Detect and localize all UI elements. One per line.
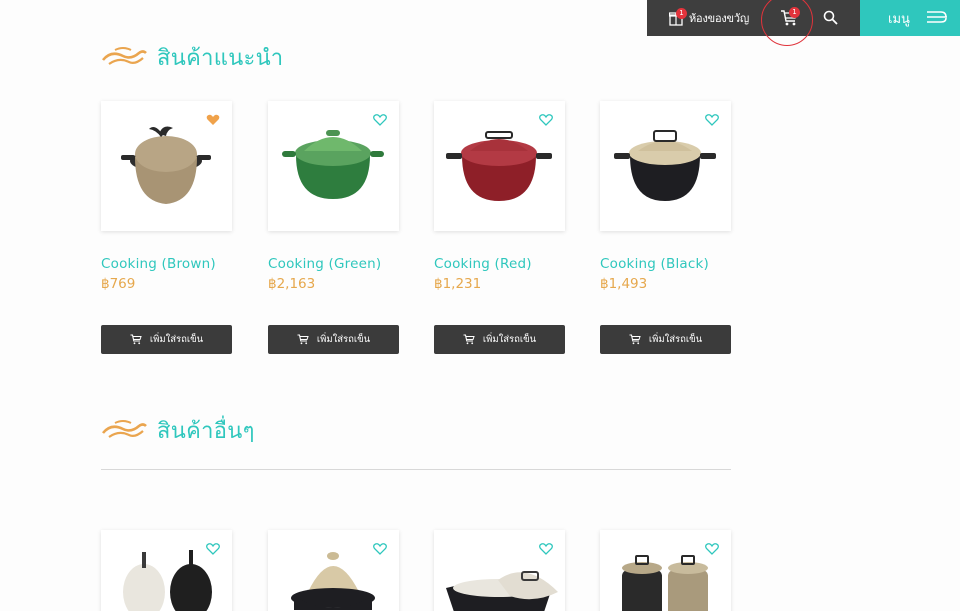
favorite-heart-icon[interactable] xyxy=(705,111,719,130)
menu-label: เมนู xyxy=(888,11,910,27)
product-price: ฿769 xyxy=(101,276,136,292)
add-to-cart-label: เพิ่มใส่รถเข็น xyxy=(149,334,204,345)
gift-badge: 1 xyxy=(676,8,687,19)
add-to-cart-label: เพิ่มใส่รถเข็น xyxy=(482,334,537,345)
product-image[interactable] xyxy=(600,530,731,611)
product-name[interactable]: Cooking (Black) xyxy=(600,256,731,272)
gift-room-link[interactable]: 1 ห้องของขวัญ xyxy=(668,8,749,27)
product-card[interactable] xyxy=(600,530,731,611)
recommended-section-title: สินค้าแนะนำ xyxy=(157,46,284,71)
product-name[interactable]: Cooking (Brown) xyxy=(101,256,232,272)
favorite-heart-icon[interactable] xyxy=(373,111,387,130)
favorite-heart-icon[interactable] xyxy=(206,111,220,130)
product-card[interactable]: Cooking (Red) ฿1,231 เพิ่มใส่รถเข็น xyxy=(434,101,565,354)
others-section-title: สินค้าอื่นๆ xyxy=(157,419,255,444)
add-to-cart-button[interactable]: เพิ่มใส่รถเข็น xyxy=(600,325,731,354)
product-image[interactable] xyxy=(268,101,399,231)
section-divider xyxy=(101,469,731,470)
product-card[interactable]: Cooking (Green) ฿2,163 เพิ่มใส่รถเข็น xyxy=(268,101,399,354)
product-price: ฿1,493 xyxy=(600,276,648,292)
cart-icon xyxy=(297,334,309,345)
add-to-cart-button[interactable]: เพิ่มใส่รถเข็น xyxy=(434,325,565,354)
favorite-heart-icon[interactable] xyxy=(705,540,719,559)
top-bar: 1 ห้องของขวัญ 1 เมนู xyxy=(647,0,960,46)
product-price: ฿2,163 xyxy=(268,276,316,292)
favorite-heart-icon[interactable] xyxy=(206,540,220,559)
logo-icon xyxy=(101,417,147,445)
recommended-section-header: สินค้าแนะนำ xyxy=(101,40,283,75)
cart-icon: 1 xyxy=(780,7,800,27)
gift-icon: 1 xyxy=(668,8,687,26)
add-to-cart-button[interactable]: เพิ่มใส่รถเข็น xyxy=(268,325,399,354)
product-card[interactable]: Cooking (Brown) ฿769 เพิ่มใส่รถเข็น xyxy=(101,101,232,354)
gift-room-label: ห้องของขวัญ xyxy=(689,12,749,25)
product-card[interactable]: Cooking (Black) ฿1,493 เพิ่มใส่รถเข็น xyxy=(600,101,731,354)
search-icon[interactable] xyxy=(823,10,838,29)
cart-icon xyxy=(130,334,142,345)
cart-button[interactable]: 1 xyxy=(761,0,814,46)
cart-badge: 1 xyxy=(789,7,800,18)
product-image[interactable] xyxy=(434,530,565,611)
favorite-heart-icon[interactable] xyxy=(539,111,553,130)
add-to-cart-button[interactable]: เพิ่มใส่รถเข็น xyxy=(101,325,232,354)
cart-icon xyxy=(629,334,641,345)
add-to-cart-label: เพิ่มใส่รถเข็น xyxy=(648,334,703,345)
cart-icon xyxy=(463,334,475,345)
menu-button[interactable]: เมนู xyxy=(860,0,960,36)
product-name[interactable]: Cooking (Green) xyxy=(268,256,399,272)
favorite-heart-icon[interactable] xyxy=(539,540,553,559)
product-name[interactable]: Cooking (Red) xyxy=(434,256,565,272)
others-section-header: สินค้าอื่นๆ xyxy=(101,413,255,448)
product-image[interactable] xyxy=(434,101,565,231)
favorite-heart-icon[interactable] xyxy=(373,540,387,559)
product-card[interactable] xyxy=(101,530,232,611)
product-card[interactable] xyxy=(268,530,399,611)
product-image[interactable] xyxy=(101,530,232,611)
product-image[interactable] xyxy=(101,101,232,231)
add-to-cart-label: เพิ่มใส่รถเข็น xyxy=(316,334,371,345)
product-card[interactable] xyxy=(434,530,565,611)
product-image[interactable] xyxy=(268,530,399,611)
logo-icon xyxy=(101,44,147,72)
product-image[interactable] xyxy=(600,101,731,231)
product-price: ฿1,231 xyxy=(434,276,482,292)
menu-icon xyxy=(926,9,948,28)
top-bar-actions: 1 ห้องของขวัญ 1 xyxy=(647,0,860,46)
